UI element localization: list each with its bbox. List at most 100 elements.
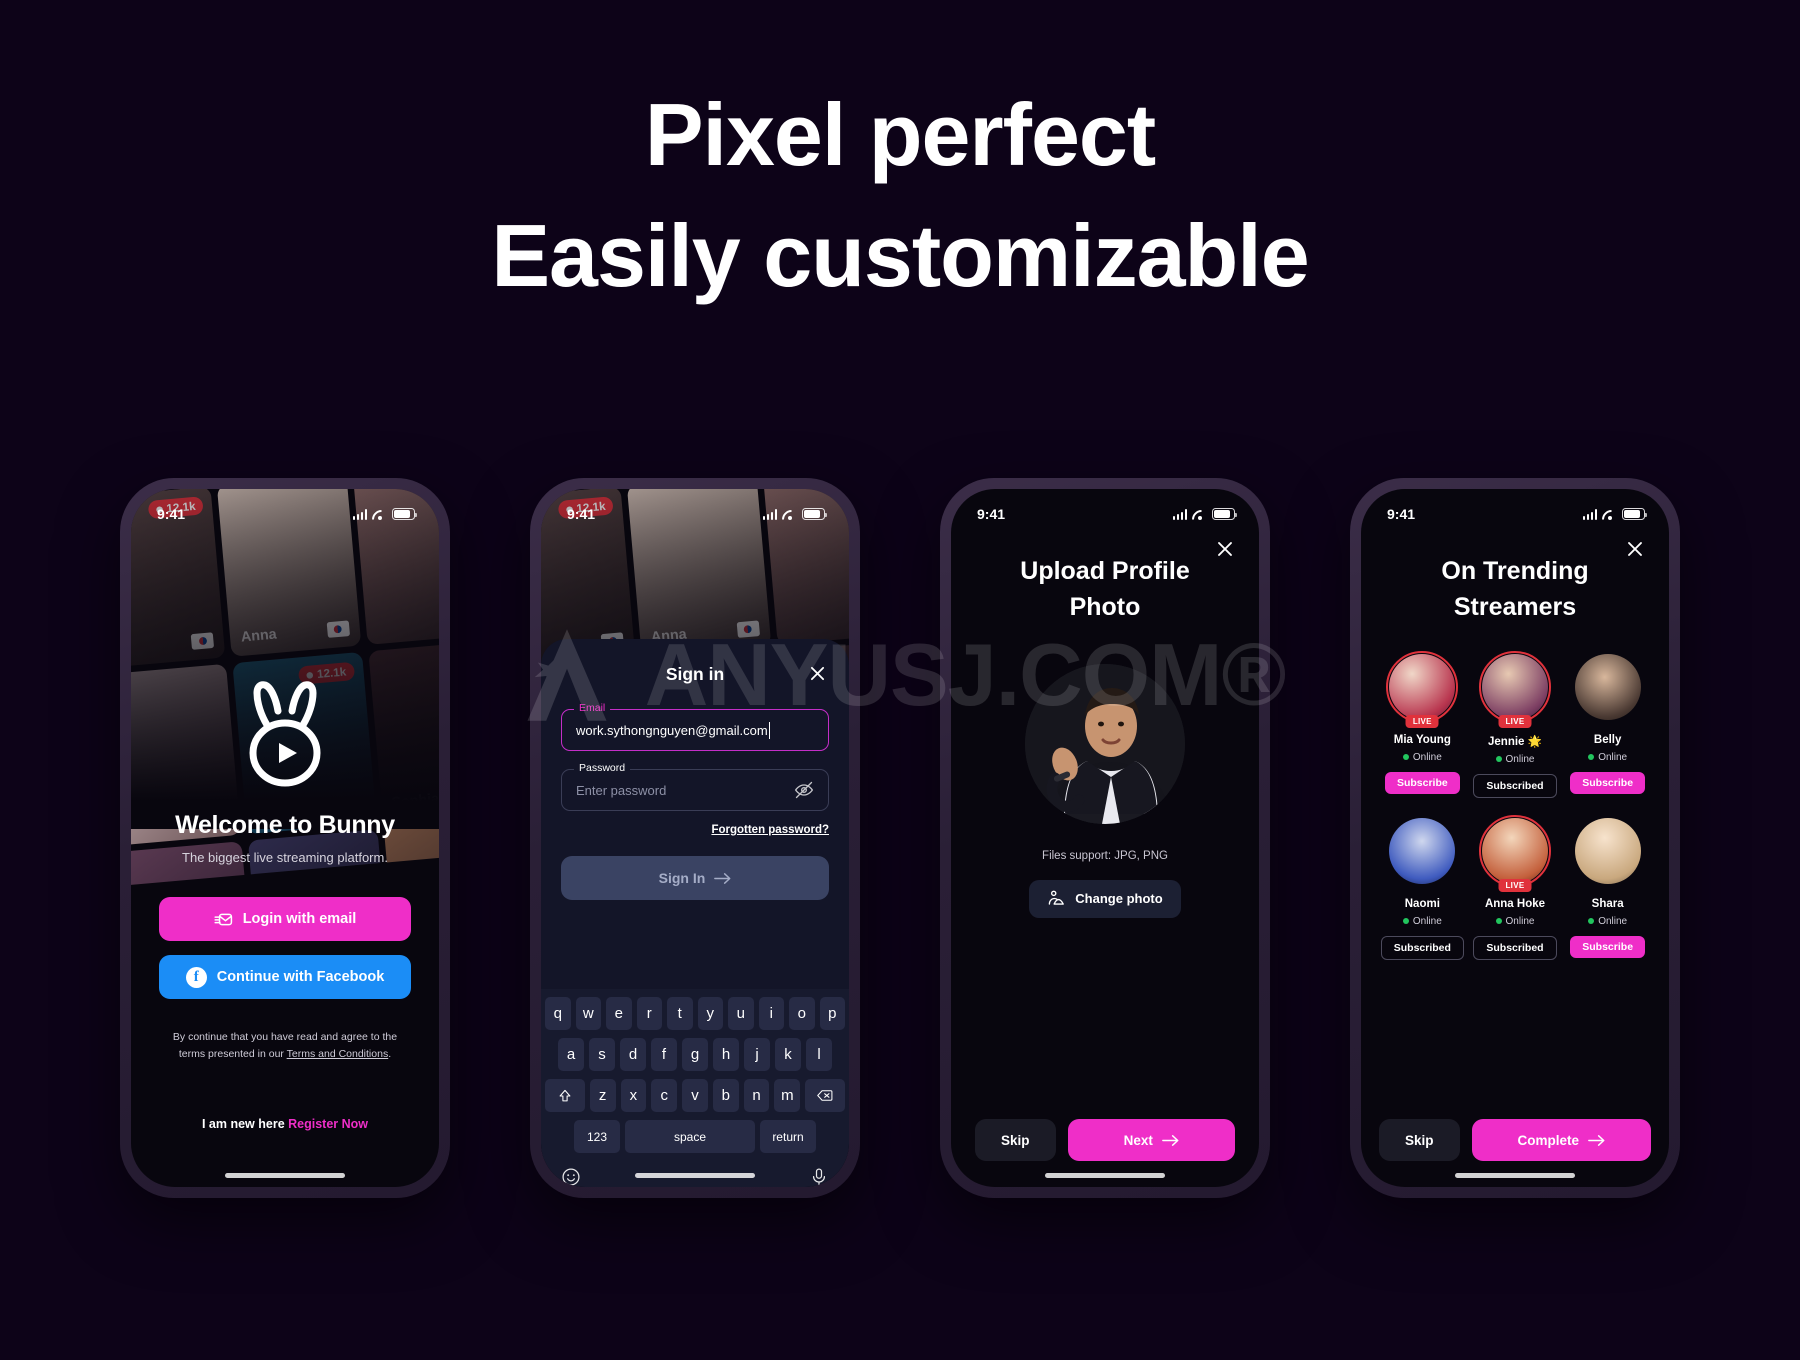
close-button[interactable]	[1623, 537, 1647, 561]
key-w[interactable]: w	[575, 997, 601, 1030]
key-t[interactable]: t	[667, 997, 693, 1030]
avatar-image	[1389, 817, 1456, 884]
key-l[interactable]: l	[806, 1038, 832, 1071]
key-a[interactable]: a	[558, 1038, 584, 1071]
streamer-status: Online	[1588, 752, 1627, 763]
signal-icon	[352, 508, 367, 520]
streamer-card[interactable]: Belly Online Subscribe	[1564, 653, 1651, 798]
keyboard-row-2: a s d f g h j k l	[545, 1038, 845, 1071]
key-m[interactable]: m	[774, 1079, 801, 1112]
subscribed-button[interactable]: Subscribed	[1473, 773, 1557, 798]
status-time: 9:41	[1387, 506, 1416, 522]
streamer-status: Online	[1402, 916, 1442, 927]
forgotten-password-link[interactable]: Forgotten password?	[561, 824, 829, 836]
numbers-key[interactable]: 123	[574, 1120, 620, 1153]
trending-streamers-footer: Skip Complete	[1379, 1119, 1651, 1161]
streamer-card[interactable]: LIVE Anna Hoke Online Subscribed	[1472, 814, 1559, 960]
key-k[interactable]: k	[775, 1038, 801, 1071]
login-with-email-button[interactable]: Login with email	[159, 897, 411, 941]
key-q[interactable]: q	[545, 997, 571, 1030]
key-n[interactable]: n	[743, 1079, 770, 1112]
subscribe-button[interactable]: Subscribe	[1384, 771, 1460, 794]
wifi-icon	[1602, 509, 1617, 520]
streamer-name: Mia Young	[1393, 733, 1451, 746]
page-title: Welcome to Bunny	[175, 811, 395, 839]
page-title-line-2: Photo	[1069, 593, 1141, 622]
subscribe-button[interactable]: Subscribe	[1570, 935, 1646, 958]
key-c[interactable]: c	[651, 1079, 678, 1112]
streamer-card[interactable]: LIVE Mia Young Online Subscribe	[1379, 650, 1466, 798]
key-v[interactable]: v	[682, 1079, 708, 1112]
backspace-key[interactable]	[805, 1079, 845, 1112]
close-sheet-button[interactable]	[805, 661, 829, 685]
key-i[interactable]: i	[758, 997, 784, 1030]
space-key[interactable]: space	[625, 1120, 755, 1153]
status-icons	[352, 508, 418, 520]
avatar: LIVE	[1478, 650, 1551, 728]
close-button[interactable]	[1213, 537, 1237, 561]
password-placeholder: Enter password	[576, 782, 667, 798]
subscribe-button[interactable]: Subscribe	[1570, 771, 1646, 794]
streamer-card[interactable]: Naomi Online Subscribed	[1379, 817, 1466, 960]
keyboard-row-4: 123 space return	[545, 1120, 845, 1153]
live-badge: LIVE	[1405, 714, 1439, 728]
microphone-icon[interactable]	[809, 1167, 829, 1187]
password-field[interactable]: Password Enter password	[561, 762, 829, 811]
key-p[interactable]: p	[819, 997, 845, 1030]
subscribed-button[interactable]: Subscribed	[1380, 935, 1464, 960]
key-u[interactable]: u	[728, 997, 754, 1030]
key-j[interactable]: j	[744, 1038, 770, 1071]
streamer-status: Online	[1588, 916, 1627, 927]
phone-upload-photo-screen: 9:41 Upload Profile Photo Files support:…	[951, 489, 1259, 1187]
key-s[interactable]: s	[589, 1038, 615, 1071]
status-time: 9:41	[977, 506, 1006, 522]
streamer-name: Jennie 🌟	[1488, 735, 1542, 748]
page-title-line-1: On Trending	[1441, 557, 1589, 585]
email-field[interactable]: Email work.sythongnguyen@gmail.com	[561, 702, 829, 751]
streamer-card[interactable]: LIVE Jennie 🌟 Online Subscribed	[1472, 650, 1559, 798]
subscribed-button[interactable]: Subscribed	[1473, 935, 1557, 960]
key-o[interactable]: o	[789, 997, 815, 1030]
headline-line-2: Easily customizable	[491, 206, 1309, 306]
key-g[interactable]: g	[682, 1038, 708, 1071]
password-field-label: Password	[574, 762, 631, 774]
key-b[interactable]: b	[712, 1079, 739, 1112]
emoji-icon[interactable]	[561, 1167, 581, 1187]
phone-welcome-screen: 12.1k Anna 12.1k 12.1k Sophia	[131, 489, 439, 1187]
key-f[interactable]: f	[651, 1038, 677, 1071]
password-input[interactable]: Enter password	[561, 769, 829, 811]
eye-off-icon[interactable]	[794, 780, 814, 800]
shift-key[interactable]	[545, 1079, 585, 1112]
key-e[interactable]: e	[606, 997, 632, 1030]
live-badge: LIVE	[1498, 878, 1532, 892]
return-key[interactable]: return	[760, 1120, 816, 1153]
streamer-card[interactable]: Shara Online Subscribe	[1564, 817, 1651, 960]
terms-and-conditions-link[interactable]: Terms and Conditions	[287, 1048, 389, 1060]
live-ring	[1478, 814, 1551, 887]
continue-with-facebook-button[interactable]: f Continue with Facebook	[159, 955, 411, 999]
key-d[interactable]: d	[620, 1038, 646, 1071]
new-here-label: I am new here	[201, 1117, 289, 1131]
avatar-image	[1574, 817, 1641, 884]
close-icon	[1218, 542, 1232, 556]
register-now-link[interactable]: Register Now	[288, 1117, 368, 1131]
avatar	[1389, 817, 1456, 884]
key-h[interactable]: h	[713, 1038, 739, 1071]
key-r[interactable]: r	[636, 997, 662, 1030]
virtual-keyboard: q w e r t y u i o p a s d f g h j k l z …	[541, 989, 849, 1187]
complete-button[interactable]: Complete	[1471, 1119, 1651, 1161]
avatar	[1574, 653, 1641, 720]
skip-button[interactable]: Skip	[1379, 1119, 1460, 1161]
change-photo-button[interactable]: Change photo	[1029, 879, 1181, 918]
key-y[interactable]: y	[697, 997, 723, 1030]
email-input[interactable]: work.sythongnguyen@gmail.com	[561, 709, 829, 751]
key-z[interactable]: z	[589, 1079, 616, 1112]
signin-button[interactable]: Sign In	[561, 856, 829, 900]
skip-button[interactable]: Skip	[975, 1119, 1056, 1161]
email-value: work.sythongnguyen@gmail.com	[576, 722, 768, 738]
close-icon	[1628, 542, 1642, 556]
key-x[interactable]: x	[620, 1079, 647, 1112]
arrow-right-icon	[1588, 1134, 1605, 1146]
online-dot-icon	[1588, 918, 1595, 924]
next-button[interactable]: Next	[1067, 1119, 1235, 1161]
